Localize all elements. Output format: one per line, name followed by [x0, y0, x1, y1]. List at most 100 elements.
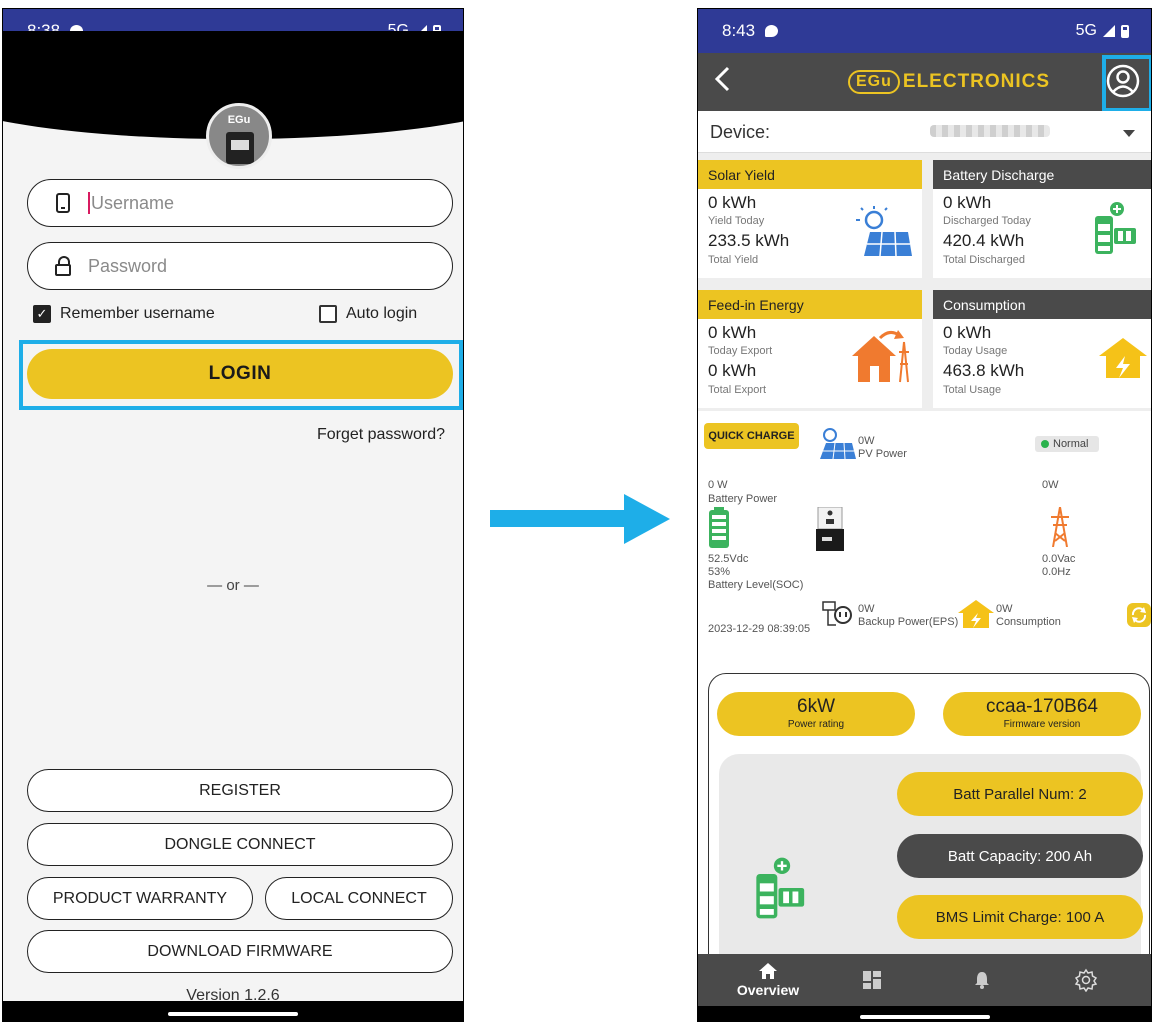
firmware-value: ccaa-170B64	[986, 696, 1098, 717]
total-discharged-value: 420.4 kWh	[943, 231, 1025, 250]
total-usage-label: Total Usage	[943, 384, 1002, 396]
discharged-today-value: 0 kWh	[943, 193, 992, 212]
device-name-redacted	[930, 125, 1050, 137]
discharged-today-label: Discharged Today	[943, 215, 1031, 227]
batt-parallel-pill: Batt Parallel Num: 2	[897, 772, 1143, 816]
feed-in-energy-card[interactable]: Feed-in Energy 0 kWh Today Export 0 kWh …	[698, 290, 922, 408]
battery-discharge-card[interactable]: Battery Discharge 0 kWh Discharged Today…	[933, 160, 1151, 278]
energy-flow-panel: QUICK CHARGE 0W PV Power Normal 0 W Batt…	[698, 411, 1151, 641]
refresh-icon[interactable]	[1127, 603, 1151, 627]
tab-settings[interactable]	[1066, 954, 1106, 1006]
username-field[interactable]: Username	[27, 179, 453, 227]
consumption-power-label: Consumption	[996, 616, 1061, 628]
remember-label: Remember username	[60, 305, 215, 322]
home-gesture-pill[interactable]	[168, 1012, 298, 1016]
status-dot-icon	[1041, 440, 1049, 448]
or-divider: — or —	[207, 577, 259, 594]
transition-arrow-shaft	[490, 510, 626, 527]
firmware-version-pill: ccaa-170B64 Firmware version	[943, 692, 1141, 736]
tab-notifications[interactable]	[962, 954, 1002, 1006]
battery-status-icon	[1121, 24, 1129, 38]
power-grid-tower-icon	[1051, 507, 1069, 547]
battery-soc-label: Battery Level(SOC)	[708, 579, 804, 591]
tab-dashboard[interactable]	[852, 954, 892, 1006]
logo-text: EGu	[227, 114, 251, 126]
pv-power-label: PV Power	[858, 448, 907, 460]
product-warranty-button[interactable]: PRODUCT WARRANTY	[27, 877, 253, 920]
consumption-card[interactable]: Consumption 0 kWh Today Usage 463.8 kWh …	[933, 290, 1151, 408]
brand-text: ELECTRONICS	[902, 71, 1051, 92]
yield-today-label: Yield Today	[708, 215, 765, 227]
bottom-navigation: Overview	[698, 954, 1151, 1006]
download-firmware-button[interactable]: DOWNLOAD FIRMWARE	[27, 930, 453, 973]
firmware-label: Firmware version	[1003, 719, 1081, 730]
yield-today-value: 0 kWh	[708, 193, 757, 212]
eps-power-value: 0W	[858, 603, 875, 615]
dongle-connect-button[interactable]: DONGLE CONNECT	[27, 823, 453, 866]
system-nav-bar	[3, 1001, 463, 1021]
grid-voltage: 0.0Vac	[1042, 553, 1076, 565]
message-icon	[765, 25, 779, 37]
total-yield-value: 233.5 kWh	[708, 231, 790, 250]
total-yield-label: Total Yield	[708, 254, 759, 266]
forget-password-link[interactable]: Forget password?	[317, 426, 445, 444]
local-connect-button[interactable]: LOCAL CONNECT	[265, 877, 453, 920]
login-screen: 8:38 5G EGu Username Password ✓ Rememb	[2, 8, 464, 1022]
grid-frequency: 0.0Hz	[1042, 566, 1071, 578]
remember-username-checkbox[interactable]: ✓ Remember username	[33, 305, 215, 323]
battery-discharge-icon	[1095, 202, 1136, 254]
solar-panel-icon	[856, 206, 912, 257]
consumption-power-value: 0W	[996, 603, 1013, 615]
dropdown-arrow-icon[interactable]	[1123, 130, 1135, 137]
today-export-value: 0 kWh	[708, 323, 757, 342]
today-export-label: Today Export	[708, 345, 773, 357]
register-button[interactable]: REGISTER	[27, 769, 453, 812]
brand-badge: EGu	[848, 70, 900, 94]
auto-login-checkbox[interactable]: Auto login	[319, 305, 417, 323]
screenshot-canvas: 8:38 5G EGu Username Password ✓ Rememb	[0, 0, 1152, 1025]
tab-overview-label: Overview	[736, 982, 800, 998]
battery-large-icon	[756, 857, 805, 919]
grid-power-value: 0W	[1042, 479, 1059, 491]
device-label: Device:	[710, 122, 771, 142]
consumption-house-icon	[958, 600, 994, 628]
pv-panel-icon	[820, 428, 856, 460]
solar-yield-card[interactable]: Solar Yield 0 kWh Yield Today 233.5 kWh …	[698, 160, 922, 278]
battery-soc: 53%	[708, 566, 731, 578]
password-field[interactable]: Password	[27, 242, 453, 290]
lock-icon	[55, 255, 71, 276]
auto-login-label: Auto login	[346, 305, 418, 322]
username-placeholder: Username	[91, 192, 175, 213]
device-selector[interactable]: Device:	[698, 111, 1151, 153]
power-rating-label: Power rating	[787, 719, 845, 730]
system-nav-bar	[698, 1006, 1151, 1021]
inverter-icon	[816, 507, 844, 551]
house-export-icon	[852, 330, 909, 383]
login-highlight-box	[19, 340, 463, 410]
bms-limit-pill: BMS Limit Charge: 100 A	[897, 895, 1143, 939]
home-gesture-pill[interactable]	[859, 1015, 990, 1019]
text-cursor	[88, 192, 90, 214]
home-icon	[759, 963, 777, 979]
total-export-label: Total Export	[708, 384, 767, 396]
device-info-panel: 6kW Power rating ccaa-170B64 Firmware ve…	[708, 673, 1150, 993]
today-usage-label: Today Usage	[943, 345, 1008, 357]
network-label: 5G	[1075, 22, 1097, 39]
tab-overview[interactable]: Overview	[728, 954, 808, 1006]
inverter-icon	[226, 132, 254, 164]
app-logo: EGu	[206, 103, 272, 169]
battery-icon	[709, 507, 729, 548]
checkmark-icon: ✓	[33, 305, 51, 323]
last-update-timestamp: 2023-12-29 08:39:05	[708, 623, 811, 635]
profile-highlight-box	[1102, 55, 1151, 112]
house-lightning-icon	[1099, 338, 1147, 378]
card-title: Consumption	[933, 290, 1151, 319]
pv-power-value: 0W	[858, 435, 875, 447]
card-title: Feed-in Energy	[698, 290, 922, 319]
quick-charge-button[interactable]: QUICK CHARGE	[704, 423, 799, 449]
battery-power-label: Battery Power	[708, 493, 778, 505]
back-arrow-icon[interactable]	[712, 65, 732, 93]
total-discharged-label: Total Discharged	[943, 254, 1025, 266]
card-title: Solar Yield	[698, 160, 922, 189]
battery-voltage: 52.5Vdc	[708, 553, 749, 565]
